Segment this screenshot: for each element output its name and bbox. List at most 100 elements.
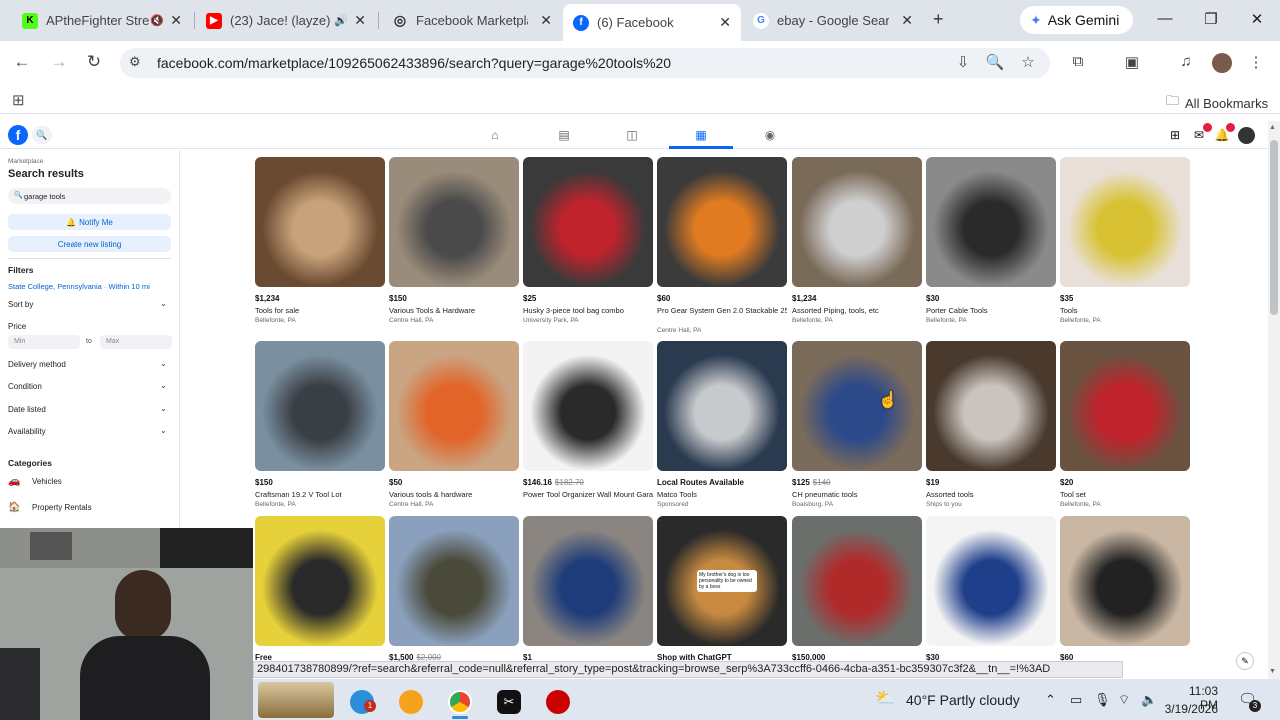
category-property-rentals[interactable]: Property Rentals <box>32 503 92 512</box>
location-filter[interactable]: State College, Pennsylvania · Within 10 … <box>8 282 150 291</box>
tab-youtube[interactable]: ▶ (23) Jace! (layze) 🔊 ✕ <box>196 6 376 35</box>
compose-message-icon[interactable]: ✎ <box>1236 652 1254 670</box>
availability-filter[interactable]: Availability <box>8 427 46 436</box>
scroll-up-arrow[interactable]: ▲ <box>1269 124 1276 131</box>
listing-photo[interactable] <box>389 157 519 287</box>
listing-card[interactable]: Local Routes Available Matco Tools Sponsor… <box>657 341 787 516</box>
volume-icon[interactable]: 🔈 <box>1141 692 1157 708</box>
scroll-down-arrow[interactable]: ▼ <box>1269 668 1276 675</box>
breadcrumb[interactable]: Marketplace <box>8 158 43 165</box>
close-tab-icon[interactable]: ✕ <box>170 12 182 29</box>
tab-ebay-search[interactable]: G ebay - Google Searc ✕ <box>743 6 923 35</box>
create-listing-button[interactable]: Create new listing <box>8 236 171 252</box>
wifi-icon[interactable]: ⌔ <box>1118 692 1130 708</box>
side-panel-icon[interactable]: ▣ <box>1121 53 1143 71</box>
home-nav-icon[interactable]: ⌂ <box>485 128 505 142</box>
listing-photo[interactable] <box>255 157 385 287</box>
listing-photo[interactable] <box>657 157 787 287</box>
listing-photo[interactable] <box>1060 516 1190 646</box>
tab-apthefighter[interactable]: K APtheFighter Stre 🔇 ✕ <box>12 6 192 35</box>
speaker-icon[interactable]: 🔊 <box>334 14 348 27</box>
tab-facebook-active[interactable]: f (6) Facebook ✕ <box>563 4 741 41</box>
groups-nav-icon[interactable]: ◫ <box>622 128 642 142</box>
listing-card[interactable]: $19 Assorted tools Ships to you <box>926 341 1056 516</box>
close-tab-icon[interactable]: ✕ <box>540 12 552 29</box>
listing-photo[interactable] <box>792 157 922 287</box>
listing-card[interactable]: $1,234 Assorted Piping, tools, etc Bellefo… <box>792 157 922 332</box>
install-app-icon[interactable]: ⇩ <box>952 53 974 71</box>
bookmark-star-icon[interactable]: ☆ <box>1017 53 1039 71</box>
clock-date[interactable]: 3/19/2026 <box>1160 702 1218 716</box>
listing-card[interactable]: $20 Tool set Bellefonte, PA <box>1060 341 1190 516</box>
listing-card[interactable]: $25 Husky 3-piece tool bag combo Universit… <box>523 157 653 332</box>
listing-photo[interactable] <box>389 516 519 646</box>
back-button[interactable]: ← <box>10 52 34 72</box>
listing-card[interactable]: $146.16 $182.70 Power Tool Organizer Wall … <box>523 341 653 516</box>
weather-icon[interactable]: ⛅ <box>875 688 895 708</box>
chevron-down-icon[interactable]: ⌄ <box>160 404 167 413</box>
ask-gemini-button[interactable]: ✦ Ask Gemini <box>1020 6 1133 34</box>
listing-photo[interactable] <box>792 341 922 471</box>
tray-chevron-icon[interactable]: ⌃ <box>1045 692 1056 708</box>
listing-photo[interactable] <box>657 341 787 471</box>
notify-me-button[interactable]: 🔔 Notify Me <box>8 214 171 230</box>
fb-profile-avatar[interactable] <box>1238 127 1255 144</box>
site-info-icon[interactable]: ⚙ <box>129 54 141 70</box>
chevron-down-icon[interactable]: ⌄ <box>160 359 167 368</box>
reload-button[interactable]: ↻ <box>82 52 106 72</box>
listing-photo[interactable] <box>255 516 385 646</box>
new-tab-button[interactable]: + <box>933 9 944 30</box>
scrollbar-thumb[interactable] <box>1270 140 1278 315</box>
gaming-nav-icon[interactable]: ◉ <box>760 128 780 142</box>
app-icon[interactable] <box>399 690 423 714</box>
listing-card[interactable]: $50 Various tools & hardware Centre Hall, … <box>389 341 519 516</box>
listing-card[interactable]: $35 Tools Bellefonte, PA <box>1060 157 1190 332</box>
listing-photo[interactable] <box>926 157 1056 287</box>
url-text[interactable]: facebook.com/marketplace/109265062433896… <box>157 55 671 71</box>
listing-card[interactable]: $125 $140 CH pneumatic tools Boalsburg, PA <box>792 341 922 516</box>
fb-search-icon[interactable]: 🔍 <box>32 126 52 144</box>
listing-photo[interactable] <box>523 516 653 646</box>
listing-photo[interactable] <box>1060 157 1190 287</box>
close-tab-icon[interactable]: ✕ <box>354 12 366 29</box>
weather-text[interactable]: 40°F Partly cloudy <box>906 692 1020 708</box>
listing-card[interactable]: $1,234 Tools for sale Bellefonte, PA <box>255 157 385 332</box>
sort-by-filter[interactable]: Sort by <box>8 300 33 309</box>
facebook-logo-icon[interactable]: f <box>8 125 28 145</box>
listing-card[interactable]: $150 Various Tools & Hardware Centre Hall,… <box>389 157 519 332</box>
category-vehicles[interactable]: Vehicles <box>32 477 62 486</box>
listing-photo[interactable] <box>523 341 653 471</box>
listing-photo[interactable] <box>523 157 653 287</box>
condition-filter[interactable]: Condition <box>8 382 42 391</box>
chevron-down-icon[interactable]: ⌄ <box>160 381 167 390</box>
listing-photo[interactable] <box>792 516 922 646</box>
menu-grid-icon[interactable]: ⊞ <box>1165 128 1185 142</box>
chrome-icon[interactable] <box>448 690 472 714</box>
date-listed-filter[interactable]: Date listed <box>8 405 46 414</box>
minimize-button[interactable]: — <box>1150 10 1180 27</box>
close-window-button[interactable]: ✕ <box>1242 10 1272 28</box>
desktop-wallpaper-thumb[interactable] <box>258 682 334 718</box>
menu-kebab-icon[interactable]: ⋮ <box>1245 53 1267 71</box>
video-nav-icon[interactable]: ▤ <box>554 128 574 142</box>
obs-icon[interactable] <box>546 690 570 714</box>
capcut-icon[interactable]: ✂ <box>497 690 521 714</box>
all-bookmarks-button[interactable]: 🗀 All Bookmarks <box>1166 92 1268 114</box>
extensions-icon[interactable]: ⧉ <box>1067 53 1089 70</box>
media-control-icon[interactable]: ♫ <box>1175 53 1197 70</box>
muted-icon[interactable]: 🔇 <box>150 14 164 27</box>
chevron-down-icon[interactable]: ⌄ <box>160 426 167 435</box>
listing-photo[interactable] <box>255 341 385 471</box>
chevron-down-icon[interactable]: ⌄ <box>160 299 167 308</box>
profile-avatar[interactable] <box>1212 53 1232 73</box>
listing-card[interactable]: $150 Craftsman 19.2 V Tool Lot Bellefonte,… <box>255 341 385 516</box>
zoom-icon[interactable]: 🔍 <box>984 53 1006 71</box>
restore-button[interactable]: ❐ <box>1196 10 1226 28</box>
tab-marketplace[interactable]: ◎ Facebook Marketplac ✕ <box>382 6 562 35</box>
close-tab-icon[interactable]: ✕ <box>719 14 731 31</box>
tray-app-icon[interactable]: ▭ <box>1070 692 1082 708</box>
listing-photo[interactable] <box>926 341 1056 471</box>
forward-button[interactable]: → <box>47 52 71 72</box>
listing-card[interactable]: $30 Porter Cable Tools Bellefonte, PA <box>926 157 1056 332</box>
listing-card[interactable]: $60 Pro Gear System Gen 2.0 Stackable 25 … <box>657 157 787 334</box>
